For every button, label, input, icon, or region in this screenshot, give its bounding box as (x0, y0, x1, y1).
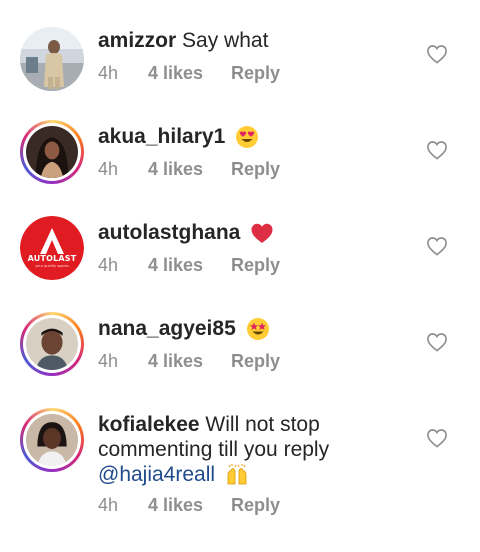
reply-button[interactable]: Reply (231, 159, 280, 180)
mention-link[interactable]: @hajia4reall (98, 463, 215, 486)
comment-meta: 4h 4 likes Reply (98, 351, 280, 372)
comment-text: autolastghana (98, 220, 410, 245)
comment-meta: 4h 4 likes Reply (98, 63, 280, 84)
comment-meta: 4h 4 likes Reply (98, 495, 280, 516)
like-heart-icon[interactable] (426, 332, 448, 352)
heart-eyes-emoji-icon (236, 126, 259, 149)
autolast-logo-text: AUTOLAST (27, 254, 77, 263)
autolast-logo (20, 216, 84, 280)
autolast-logo-tagline: your quality spares (35, 264, 69, 268)
reply-button[interactable]: Reply (231, 351, 280, 372)
comment-time: 4h (98, 255, 119, 275)
comment-meta: 4h 4 likes Reply (98, 159, 280, 180)
comment-text: nana_agyei85 (98, 316, 410, 341)
comment-likes[interactable]: 4 likes (148, 495, 231, 516)
like-heart-icon[interactable] (426, 428, 448, 448)
comment-username[interactable]: akua_hilary1 (98, 125, 225, 148)
avatar[interactable] (20, 27, 84, 91)
comment-text: kofialekee Will not stop commenting till… (98, 412, 410, 487)
red-heart-emoji-icon (251, 224, 273, 244)
comment-time: 4h (98, 495, 119, 515)
raising-hands-emoji-icon (227, 464, 247, 485)
comment-username[interactable]: amizzor (98, 29, 176, 52)
like-heart-icon[interactable] (426, 140, 448, 160)
comment-likes[interactable]: 4 likes (148, 351, 231, 372)
comment-time: 4h (98, 63, 119, 83)
reply-button[interactable]: Reply (231, 63, 280, 84)
comment-meta: 4h 4 likes Reply (98, 255, 280, 276)
avatar[interactable] (20, 408, 84, 472)
reply-button[interactable]: Reply (231, 255, 280, 276)
comment-username[interactable]: nana_agyei85 (98, 317, 236, 340)
comment-text: akua_hilary1 (98, 124, 410, 149)
avatar[interactable]: AUTOLAST your quality spares (20, 216, 84, 280)
avatar[interactable] (20, 120, 84, 184)
user-photo-icon (20, 27, 84, 91)
user-photo-icon (26, 126, 78, 178)
comment-likes[interactable]: 4 likes (148, 159, 231, 180)
comment-likes[interactable]: 4 likes (148, 255, 231, 276)
avatar[interactable] (20, 312, 84, 376)
user-photo-icon (26, 414, 78, 466)
like-heart-icon[interactable] (426, 236, 448, 256)
user-photo-icon (26, 318, 78, 370)
comment-username[interactable]: autolastghana (98, 221, 240, 244)
comment-text: amizzor Say what (98, 28, 410, 53)
comment-time: 4h (98, 351, 119, 371)
comment-likes[interactable]: 4 likes (148, 63, 231, 84)
comment-username[interactable]: kofialekee (98, 413, 200, 436)
reply-button[interactable]: Reply (231, 495, 280, 516)
star-struck-emoji-icon (246, 318, 269, 341)
like-heart-icon[interactable] (426, 44, 448, 64)
comment-body: Say what (182, 29, 269, 52)
comment-time: 4h (98, 159, 119, 179)
